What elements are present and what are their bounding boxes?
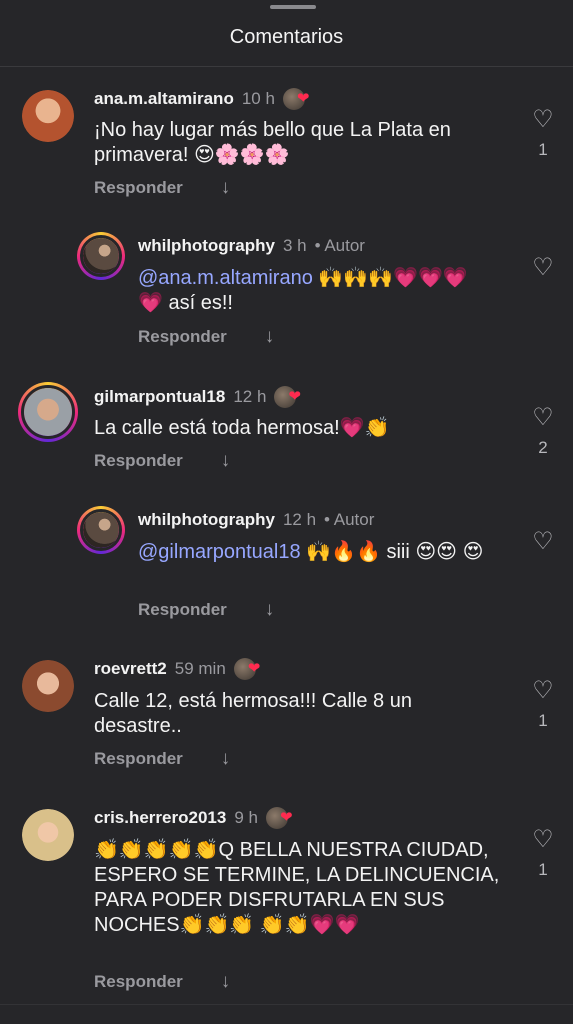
comment-header: whilphotography 12 h • Autor: [138, 510, 374, 530]
translate-arrow-icon[interactable]: ↓: [265, 599, 275, 621]
comments-sheet: Comentarios ana.m.altamirano 10 h ❤ ¡No …: [0, 0, 573, 1024]
mention-link[interactable]: @ana.m.altamirano: [138, 267, 313, 289]
like-heart-icon[interactable]: ♡: [529, 828, 557, 852]
username[interactable]: cris.herrero2013: [94, 808, 226, 828]
comment-header: ana.m.altamirano 10 h ❤: [94, 88, 313, 110]
username[interactable]: whilphotography: [138, 236, 275, 256]
timestamp: 9 h: [234, 808, 258, 827]
like-heart-icon[interactable]: ♡: [529, 530, 557, 554]
sheet-title: Comentarios: [229, 26, 344, 48]
comment-header: gilmarpontual18 12 h ❤: [94, 386, 304, 408]
username[interactable]: ana.m.altamirano: [94, 89, 234, 109]
author-liked-icon: ❤: [265, 807, 296, 829]
emoji-bar-edge: [0, 1004, 573, 1024]
author-badge: • Autor: [324, 510, 375, 529]
author-badge: • Autor: [314, 236, 365, 255]
timestamp: 10 h: [241, 89, 275, 108]
comment-text: La calle está toda hermosa!💗👏: [94, 417, 390, 439]
username[interactable]: gilmarpontual18: [94, 387, 225, 407]
timestamp: 12 h: [282, 510, 317, 529]
username[interactable]: roevrett2: [94, 659, 167, 679]
comment-text: 👏👏👏👏👏Q BELLA NUESTRA CIUDAD, ESPERO SE T…: [94, 839, 500, 936]
translate-arrow-icon[interactable]: ↓: [221, 450, 231, 472]
reply-button[interactable]: Responder: [94, 972, 183, 992]
comment-text: @gilmarpontual18 🙌🔥🔥 siii 😍😍 😍: [138, 541, 484, 563]
divider: [0, 66, 573, 67]
reply-button[interactable]: Responder: [138, 327, 227, 347]
avatar[interactable]: [22, 660, 74, 712]
comment-header: whilphotography 3 h • Autor: [138, 236, 365, 256]
timestamp: 12 h: [233, 387, 267, 406]
like-count: 1: [538, 860, 548, 879]
reply-button[interactable]: Responder: [94, 749, 183, 769]
timestamp: 59 min: [174, 659, 226, 678]
like-heart-icon[interactable]: ♡: [529, 108, 557, 132]
comment-text: ¡No hay lugar más bello que La Plata en …: [94, 119, 451, 166]
timestamp: 3 h: [282, 236, 307, 255]
translate-arrow-icon[interactable]: ↓: [265, 326, 275, 348]
comment-header: roevrett2 59 min ❤: [94, 658, 264, 680]
translate-arrow-icon[interactable]: ↓: [221, 748, 231, 770]
translate-arrow-icon[interactable]: ↓: [221, 177, 231, 199]
author-liked-icon: ❤: [233, 658, 264, 680]
avatar[interactable]: [18, 382, 78, 442]
like-count: 1: [538, 711, 548, 730]
like-heart-icon[interactable]: ♡: [529, 679, 557, 703]
like-heart-icon[interactable]: ♡: [529, 256, 557, 280]
author-liked-icon: ❤: [274, 386, 304, 408]
reply-button[interactable]: Responder: [138, 600, 227, 620]
translate-arrow-icon[interactable]: ↓: [221, 971, 231, 993]
like-count: 1: [538, 140, 548, 159]
like-heart-icon[interactable]: ♡: [529, 406, 557, 430]
username[interactable]: whilphotography: [138, 510, 275, 530]
avatar[interactable]: [77, 232, 125, 280]
avatar[interactable]: [22, 90, 74, 142]
drag-handle[interactable]: [270, 5, 316, 9]
avatar[interactable]: [22, 809, 74, 861]
mention-link[interactable]: @gilmarpontual18: [138, 541, 301, 563]
reply-button[interactable]: Responder: [94, 451, 183, 471]
comment-text: Calle 12, está hermosa!!! Calle 8 un des…: [94, 690, 412, 737]
comment-header: cris.herrero2013 9 h ❤: [94, 807, 296, 829]
reply-button[interactable]: Responder: [94, 178, 183, 198]
like-count: 2: [538, 438, 548, 457]
avatar[interactable]: [77, 506, 125, 554]
comment-text: @ana.m.altamirano 🙌🙌🙌💗💗💗 💗 así es!!: [138, 267, 468, 314]
author-liked-icon: ❤: [282, 88, 313, 110]
